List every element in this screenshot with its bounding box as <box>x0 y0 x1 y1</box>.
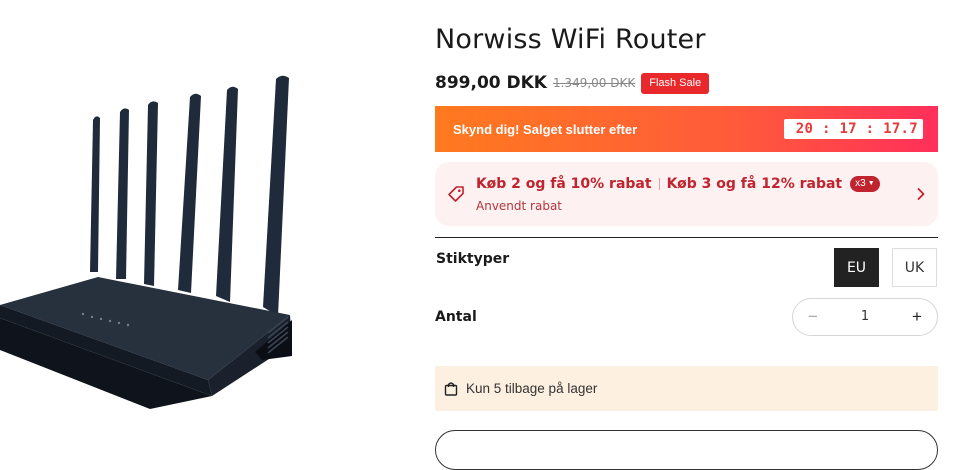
flash-sale-bar: Skynd dig! Salget slutter efter 20 : 17 … <box>435 106 938 152</box>
stock-text: Kun 5 tilbage på lager <box>466 381 598 396</box>
price-row: 899,00 DKK 1.349,00 DKK Flash Sale <box>435 71 710 95</box>
plug-type-label: Stiktyper <box>436 251 510 267</box>
quantity-value[interactable]: 1 <box>861 299 869 335</box>
product-title: Norwiss WiFi Router <box>435 24 706 55</box>
stock-notice: Kun 5 tilbage på lager <box>435 366 938 411</box>
old-price: 1.349,00 DKK <box>552 76 636 90</box>
flash-sale-badge: Flash Sale <box>641 72 710 94</box>
quantity-increase-button[interactable]: + <box>899 299 935 335</box>
offer-separator <box>658 178 660 190</box>
tag-icon <box>448 186 464 202</box>
add-to-cart-button[interactable] <box>435 430 938 470</box>
discount-offers: Køb 2 og få 10% rabat Køb 3 og få 12% ra… <box>476 176 880 192</box>
product-image <box>0 0 420 439</box>
plug-option-eu[interactable]: EU <box>834 248 879 287</box>
more-offers-chip[interactable]: x3 ▼ <box>850 176 880 192</box>
more-offers-count: x3 <box>855 178 866 189</box>
router-image <box>0 75 292 409</box>
quantity-stepper: − 1 + <box>792 298 938 336</box>
current-price: 899,00 DKK <box>435 73 547 93</box>
flash-sale-text: Skynd dig! Salget slutter efter <box>453 121 638 137</box>
quantity-discount-banner[interactable]: Køb 2 og få 10% rabat Køb 3 og få 12% ra… <box>435 162 938 226</box>
bag-icon <box>444 382 458 396</box>
discount-offer-2: Køb 3 og få 12% rabat <box>666 176 843 192</box>
plug-option-uk[interactable]: UK <box>892 248 937 287</box>
chevron-down-icon: ▼ <box>867 180 875 187</box>
chevron-right-icon[interactable] <box>916 187 926 201</box>
applied-discount-text: Anvendt rabat <box>476 199 563 213</box>
quantity-label: Antal <box>435 309 477 325</box>
section-divider <box>435 237 938 238</box>
discount-offer-1: Køb 2 og få 10% rabat <box>476 176 652 192</box>
countdown-timer: 20 : 17 : 17.7 <box>783 119 923 139</box>
quantity-decrease-button[interactable]: − <box>795 299 831 335</box>
